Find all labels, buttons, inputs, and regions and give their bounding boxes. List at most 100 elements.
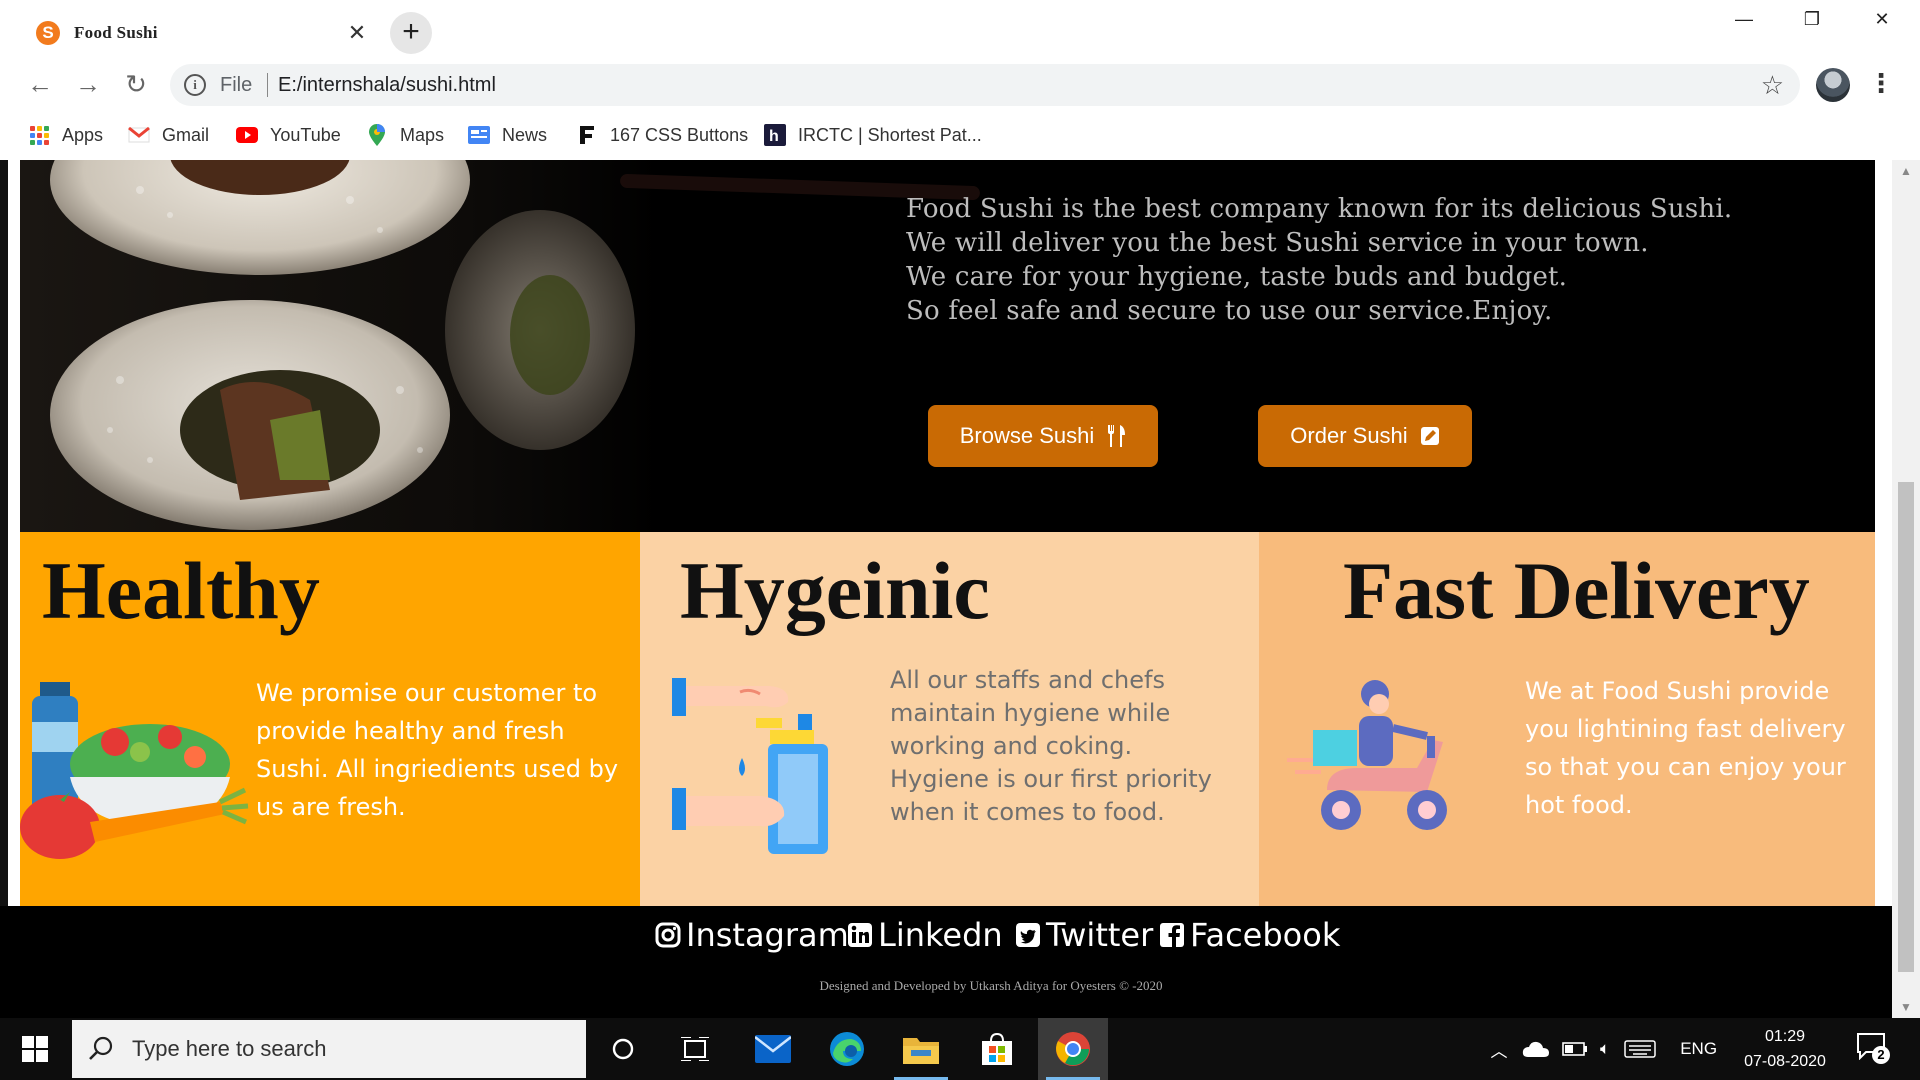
url-scheme: File xyxy=(220,74,253,96)
keyboard-icon[interactable] xyxy=(1624,1039,1656,1059)
feature-healthy: Healthy We promise our customer to provi… xyxy=(20,532,640,906)
info-icon[interactable]: i xyxy=(184,74,206,96)
page-footer: Instagram Linkedn Twitter Facebook Desig… xyxy=(0,906,1892,1018)
system-clock[interactable]: 01:29 07-08-2020 xyxy=(1740,1024,1830,1074)
bookmark-label: Maps xyxy=(400,124,445,145)
browser-toolbar: ← → ↻ i File E:/internshala/sushi.html ☆… xyxy=(0,58,1920,112)
feature-hygienic: Hygeinic All our staffs and chefs mainta… xyxy=(640,532,1259,906)
bookmark-css-buttons[interactable]: 167 CSS Buttons xyxy=(576,122,748,148)
browser-tab[interactable]: S Food Sushi ✕ xyxy=(16,8,372,58)
store-icon xyxy=(982,1033,1012,1065)
youtube-icon xyxy=(236,124,258,146)
system-tray: ︿ 🔈︎ ENG xyxy=(1486,1018,1718,1080)
task-view-button[interactable] xyxy=(660,1018,730,1080)
task-view-icon xyxy=(681,1037,709,1061)
feature-description: All our staffs and chefs maintain hygien… xyxy=(890,666,1212,826)
search-icon xyxy=(89,1036,113,1060)
twitter-link[interactable]: Twitter xyxy=(1014,916,1153,954)
cortana-circle-icon xyxy=(612,1038,634,1060)
news-icon xyxy=(468,124,490,146)
linkedin-link[interactable]: Linkedn xyxy=(846,916,1003,954)
salad-bowl-icon xyxy=(20,682,249,859)
windows-taskbar: Type here to search ︿ 🔈︎ ENG 01:29 07-08… xyxy=(0,1018,1920,1080)
file-explorer-app[interactable] xyxy=(886,1018,956,1080)
battery-icon[interactable] xyxy=(1562,1041,1588,1057)
bookmark-gmail[interactable]: Gmail xyxy=(128,122,209,148)
close-window-button[interactable]: ✕ xyxy=(1852,4,1912,34)
tab-title: Food Sushi xyxy=(74,23,158,42)
facebook-icon xyxy=(1160,923,1184,947)
hero-line: We will deliver you the best Sushi servi… xyxy=(906,228,1649,258)
bookmark-label: IRCTC | Shortest Pat... xyxy=(798,124,982,145)
social-label: Facebook xyxy=(1190,916,1341,954)
folder-icon xyxy=(903,1038,939,1064)
linkedin-icon xyxy=(848,923,872,947)
browse-sushi-button[interactable]: Browse Sushi xyxy=(928,405,1158,467)
minimize-button[interactable]: — xyxy=(1714,4,1774,34)
delivery-scooter-icon xyxy=(1287,680,1447,830)
forward-arrow-icon[interactable]: → xyxy=(70,66,106,102)
restore-button[interactable]: ❐ xyxy=(1782,4,1842,34)
irctc-icon: h xyxy=(764,124,786,146)
bookmarks-bar: Apps Gmail YouTube Maps News 167 CSS But… xyxy=(0,112,1920,160)
windows-logo-icon xyxy=(22,1036,48,1062)
order-sushi-button[interactable]: Order Sushi xyxy=(1258,405,1472,467)
bookmark-youtube[interactable]: YouTube xyxy=(236,122,341,148)
feature-title: Fast Delivery xyxy=(1343,545,1810,636)
chrome-icon xyxy=(1056,1032,1090,1066)
chrome-app[interactable] xyxy=(1038,1018,1108,1080)
show-hidden-icons-chevron-icon[interactable]: ︿ xyxy=(1486,1037,1512,1062)
social-label: Twitter xyxy=(1046,916,1154,954)
page-edge xyxy=(0,160,8,1018)
instagram-link[interactable]: Instagram xyxy=(654,916,849,954)
taskbar-search-box[interactable]: Type here to search xyxy=(72,1020,586,1078)
feature-fast-delivery: Fast Delivery We at Food Sushi provide y… xyxy=(1259,532,1875,906)
bookmark-maps[interactable]: Maps xyxy=(366,122,444,148)
mail-app[interactable] xyxy=(738,1018,808,1080)
new-tab-button[interactable]: + xyxy=(390,12,432,54)
address-bar[interactable]: i File E:/internshala/sushi.html ☆ xyxy=(170,64,1800,106)
bookmark-label: News xyxy=(502,124,548,145)
profile-avatar[interactable] xyxy=(1816,68,1850,102)
back-arrow-icon[interactable]: ← xyxy=(22,66,58,102)
facebook-link[interactable]: Facebook xyxy=(1158,916,1340,954)
feature-title: Hygeinic xyxy=(680,545,990,636)
page-scrollbar[interactable]: ▲ ▼ xyxy=(1892,160,1920,1018)
bookmark-apps[interactable]: Apps xyxy=(28,122,103,148)
apps-grid-icon xyxy=(28,124,50,146)
hero-section: Food Sushi is the best company known for… xyxy=(20,160,1875,532)
mail-icon xyxy=(755,1035,791,1063)
start-button[interactable] xyxy=(0,1018,70,1080)
url-text[interactable]: E:/internshala/sushi.html xyxy=(278,74,496,97)
bookmark-label: Gmail xyxy=(162,124,210,145)
cortana-button[interactable] xyxy=(588,1018,658,1080)
scroll-down-arrow-icon[interactable]: ▼ xyxy=(1900,1000,1912,1014)
more-menu-icon[interactable]: ⋮ xyxy=(1868,68,1894,102)
onedrive-cloud-icon[interactable] xyxy=(1522,1039,1550,1059)
action-center-button[interactable]: 2 xyxy=(1856,1032,1890,1066)
instagram-icon xyxy=(655,922,681,948)
scroll-up-arrow-icon[interactable]: ▲ xyxy=(1900,164,1912,178)
hero-description: Food Sushi is the best company known for… xyxy=(906,192,1806,328)
feature-title: Healthy xyxy=(42,545,320,636)
language-indicator[interactable]: ENG xyxy=(1680,1039,1717,1059)
reload-icon[interactable]: ↻ xyxy=(118,66,154,102)
hero-line: We care for your hygiene, taste buds and… xyxy=(906,262,1568,292)
hero-line: So feel safe and secure to use our servi… xyxy=(906,296,1553,326)
notification-count: 2 xyxy=(1872,1046,1890,1064)
svg-text:h: h xyxy=(769,128,779,145)
cutlery-icon xyxy=(1106,425,1126,447)
close-tab-icon[interactable]: ✕ xyxy=(344,20,370,46)
bookmark-label: 167 CSS Buttons xyxy=(610,124,749,145)
store-app[interactable] xyxy=(962,1018,1032,1080)
volume-icon[interactable]: 🔈︎ xyxy=(1600,1039,1610,1059)
bookmark-label: YouTube xyxy=(270,124,341,145)
edge-app[interactable] xyxy=(812,1018,882,1080)
bookmark-star-icon[interactable]: ☆ xyxy=(1761,70,1784,101)
bookmark-label: Apps xyxy=(62,124,104,145)
favicon-icon: S xyxy=(36,21,60,45)
scrollbar-thumb[interactable] xyxy=(1898,482,1914,972)
sushi-hero-image xyxy=(20,160,660,532)
bookmark-irctc[interactable]: h IRCTC | Shortest Pat... xyxy=(764,122,982,148)
bookmark-news[interactable]: News xyxy=(468,122,547,148)
